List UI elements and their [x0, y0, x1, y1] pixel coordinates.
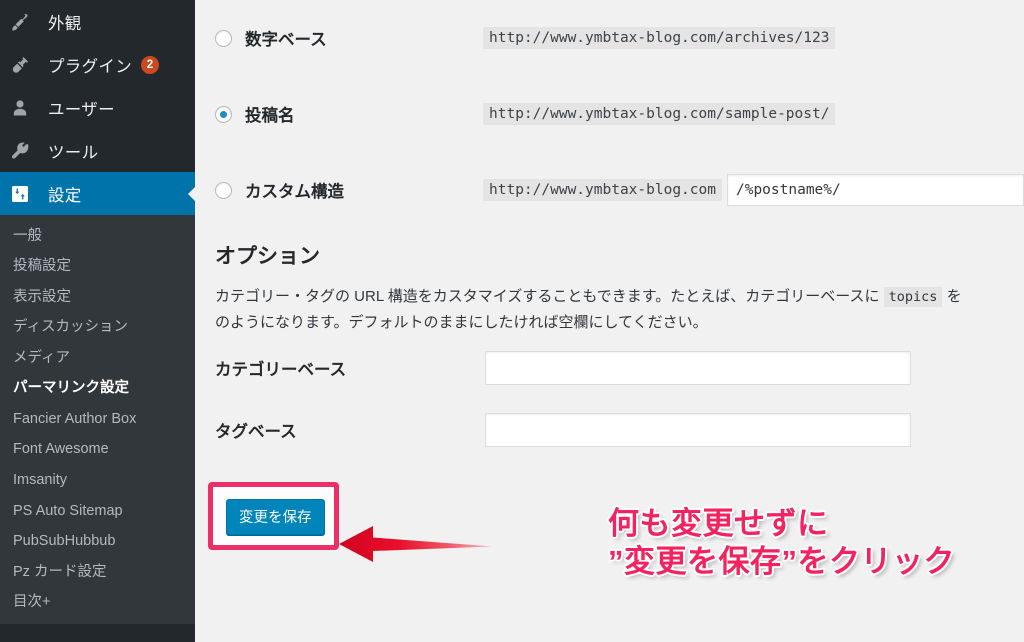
custom-structure-input[interactable]: [726, 174, 1024, 206]
permalink-row-numeric: 数字ベース http://www.ymbtax-blog.com/archive…: [195, 0, 1024, 76]
tag-base-label: タグベース: [215, 422, 297, 441]
submenu-item-writing[interactable]: 投稿設定: [0, 252, 195, 283]
admin-sidebar: 外観 プラグイン 2 ユーザー ツール 設定 一般 投稿設定 表示設定 ディスカ…: [0, 0, 195, 642]
permalink-option-custom[interactable]: カスタム構造: [215, 178, 483, 202]
category-base-input[interactable]: [485, 350, 911, 385]
tag-base-input[interactable]: [485, 412, 911, 447]
permalink-row-custom: カスタム構造 http://www.ymbtax-blog.com: [195, 152, 1024, 228]
submenu-item-media[interactable]: メディア: [0, 343, 195, 374]
annotation-line-2: ”変更を保存”をクリック: [608, 543, 955, 579]
submenu-item-ps-auto-sitemap[interactable]: PS Auto Sitemap: [0, 496, 195, 527]
annotation-line-1: 何も変更せずに: [608, 506, 829, 541]
settings-submenu: 一般 投稿設定 表示設定 ディスカッション メディア パーマリンク設定 Fanc…: [0, 215, 195, 625]
user-icon: [10, 98, 40, 118]
sidebar-item-users[interactable]: ユーザー: [0, 86, 195, 129]
save-button[interactable]: 変更を保存: [226, 498, 325, 535]
submenu-item-font-awesome[interactable]: Font Awesome: [0, 435, 195, 466]
permalink-settings-main: 数字ベース http://www.ymbtax-blog.com/archive…: [195, 0, 1024, 642]
submenu-item-fancier-author-box[interactable]: Fancier Author Box: [0, 404, 195, 435]
options-heading: オプション: [215, 245, 320, 268]
annotation-callout: 何も変更せずに ”変更を保存”をクリック: [608, 505, 955, 581]
permalink-url-base: http://www.ymbtax-blog.com: [483, 179, 722, 201]
sidebar-item-plugins[interactable]: プラグイン 2: [0, 43, 195, 86]
radio-postname[interactable]: [215, 105, 232, 123]
wordpress-admin-screen: 外観 プラグイン 2 ユーザー ツール 設定 一般 投稿設定 表示設定 ディスカ…: [0, 0, 1024, 642]
permalink-structure-table: 数字ベース http://www.ymbtax-blog.com/archive…: [195, 0, 1024, 228]
sidebar-top-menu: 外観 プラグイン 2 ユーザー ツール 設定: [0, 0, 195, 215]
options-description-part1: カテゴリー・タグの URL 構造をカスタマイズすることもできます。たとえば、カテ…: [215, 288, 884, 305]
paintbrush-icon: [10, 12, 40, 32]
submenu-item-general[interactable]: 一般: [0, 221, 195, 252]
radio-numeric[interactable]: [215, 29, 232, 47]
submenu-item-toc[interactable]: 目次+: [0, 588, 195, 619]
permalink-option-label: カスタム構造: [245, 183, 344, 201]
sidebar-item-tools[interactable]: ツール: [0, 129, 195, 172]
submenu-item-imsanity[interactable]: Imsanity: [0, 466, 195, 497]
options-description-line2: のようになります。デフォルトのままにしたければ空欄にしてください。: [215, 314, 708, 332]
submenu-item-pz-card[interactable]: Pz カード設定: [0, 557, 195, 588]
submenu-item-permalinks[interactable]: パーマリンク設定: [0, 374, 195, 405]
options-description-part2: を: [942, 288, 962, 305]
sidebar-item-label: 外観: [48, 14, 82, 33]
permalink-url-preview: http://www.ymbtax-blog.com/archives/123: [483, 27, 836, 49]
submenu-item-pubsubhubbub[interactable]: PubSubHubbub: [0, 527, 195, 558]
sidebar-item-label: 設定: [48, 186, 82, 205]
permalink-option-label: 投稿名: [245, 107, 295, 125]
sidebar-item-appearance[interactable]: 外観: [0, 0, 195, 43]
sliders-icon: [10, 184, 40, 204]
submenu-item-reading[interactable]: 表示設定: [0, 282, 195, 313]
permalink-url-preview: http://www.ymbtax-blog.com/sample-post/: [483, 103, 836, 125]
category-base-example-code: topics: [883, 287, 943, 307]
plugin-update-badge: 2: [141, 55, 159, 74]
wrench-icon: [10, 141, 40, 161]
category-base-row: カテゴリーベース: [195, 337, 1024, 399]
options-description: カテゴリー・タグの URL 構造をカスタマイズすることもできます。たとえば、カテ…: [195, 270, 1024, 337]
permalink-option-numeric[interactable]: 数字ベース: [215, 26, 483, 50]
sidebar-item-settings[interactable]: 設定: [0, 172, 195, 215]
permalink-option-label: 数字ベース: [245, 31, 327, 49]
sidebar-item-label: ユーザー: [48, 100, 115, 119]
sidebar-item-label: ツール: [48, 143, 99, 162]
callout-arrow-icon: [339, 526, 493, 562]
sidebar-item-label: プラグイン: [48, 57, 132, 76]
tag-base-row: タグベース: [195, 399, 1024, 461]
plug-icon: [10, 55, 40, 75]
permalink-row-postname: 投稿名 http://www.ymbtax-blog.com/sample-po…: [195, 76, 1024, 152]
submenu-item-discussion[interactable]: ディスカッション: [0, 313, 195, 344]
permalink-option-postname[interactable]: 投稿名: [215, 102, 483, 126]
category-base-label: カテゴリーベース: [215, 360, 347, 379]
radio-custom[interactable]: [215, 181, 232, 199]
